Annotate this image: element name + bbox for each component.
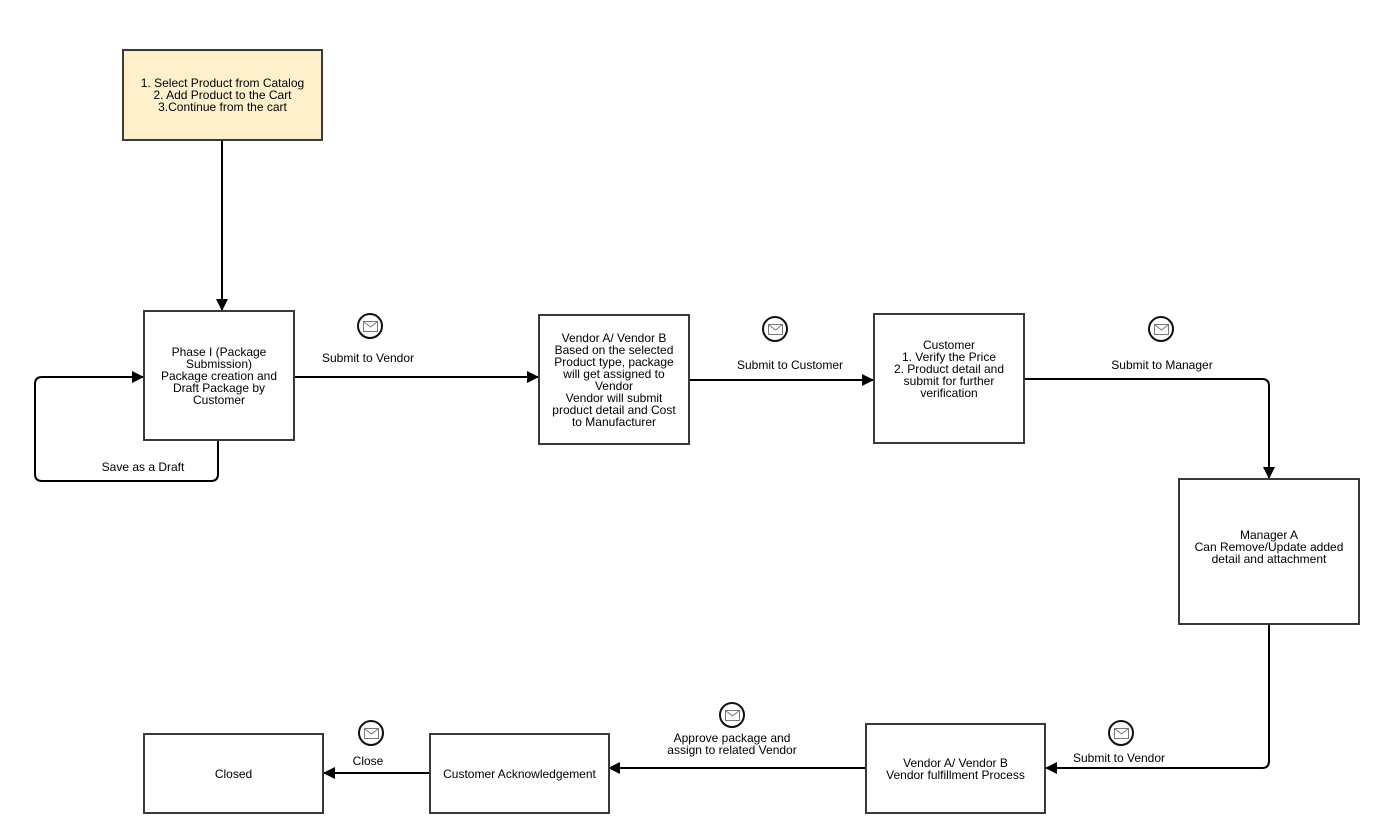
edge-label-submit-to-vendor-2: Submit to Vendor — [1072, 751, 1166, 765]
node-phase1-package-submission[interactable]: Phase I (Package Submission) Package cre… — [143, 310, 295, 441]
edge-submit-to-manager — [1024, 378, 1275, 479]
node-customer-acknowledgement[interactable]: Customer Acknowledgement — [429, 733, 610, 814]
node-closed-text: Closed — [214, 766, 253, 781]
envelope-icon — [358, 720, 384, 746]
edge-label-approve-assign: Approve package and assign to related Ve… — [667, 731, 797, 757]
node-customer-ack-text: Customer Acknowledgement — [443, 766, 596, 781]
node-start-text: 1. Select Product from Catalog 2. Add Pr… — [140, 76, 305, 114]
edge-label-save-draft: Save as a Draft — [101, 460, 185, 474]
envelope-icon — [357, 313, 383, 339]
node-manager[interactable]: Manager A Can Remove/Update added detail… — [1178, 478, 1360, 625]
node-manager-text: Manager A Can Remove/Update added detail… — [1194, 527, 1344, 566]
node-closed[interactable]: Closed — [143, 733, 324, 814]
envelope-icon — [762, 316, 788, 342]
node-customer-verify-text: Customer 1. Verify the Price 2. Product … — [893, 337, 1005, 400]
node-vendor-assign[interactable]: Vendor A/ Vendor B Based on the selected… — [538, 314, 690, 445]
edge-label-close: Close — [352, 754, 384, 768]
node-vendor-fulfillment[interactable]: Vendor A/ Vendor B Vendor fulfillment Pr… — [865, 723, 1046, 814]
edge-submit-to-vendor-2 — [1045, 624, 1270, 774]
node-start-select-product[interactable]: 1. Select Product from Catalog 2. Add Pr… — [122, 49, 323, 141]
edge-label-submit-to-manager: Submit to Manager — [1111, 358, 1213, 372]
edge-label-submit-to-customer: Submit to Customer — [736, 358, 844, 372]
node-customer-verify[interactable]: Customer 1. Verify the Price 2. Product … — [873, 313, 1025, 444]
envelope-icon — [1148, 316, 1174, 342]
node-vendor-assign-text: Vendor A/ Vendor B Based on the selected… — [552, 330, 676, 429]
envelope-icon — [719, 702, 745, 728]
edge-label-submit-to-vendor-1: Submit to Vendor — [321, 351, 415, 365]
envelope-icon — [1108, 720, 1134, 746]
node-vendor-fulfillment-text: Vendor A/ Vendor B Vendor fulfillment Pr… — [886, 755, 1025, 782]
node-phase1-text: Phase I (Package Submission) Package cre… — [160, 344, 278, 407]
